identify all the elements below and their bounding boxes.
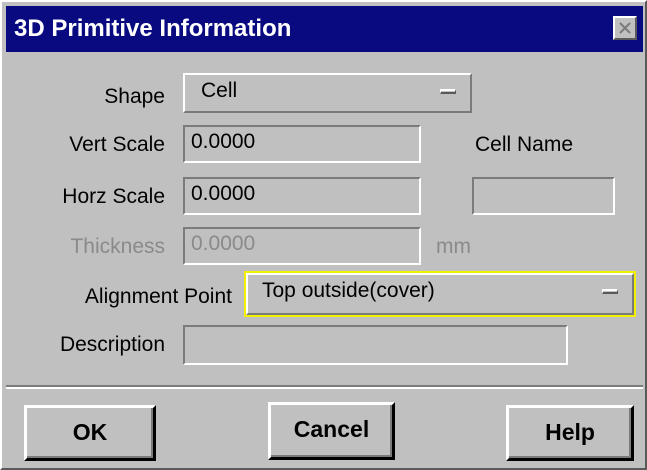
thickness-input: 0.0000 [183, 227, 421, 265]
ok-button[interactable]: OK [24, 405, 156, 461]
cell-name-input[interactable] [472, 177, 615, 215]
help-button[interactable]: Help [506, 405, 634, 461]
description-label: Description [59, 333, 165, 356]
primitive-info-dialog: 3D Primitive Information Shape Cell Vert… [0, 0, 647, 470]
thickness-unit: mm [436, 235, 471, 258]
cell-name-label: Cell Name [475, 133, 574, 156]
dropdown-indicator-icon [602, 289, 618, 294]
vert-scale-label: Vert Scale [69, 133, 165, 156]
window-title: 3D Primitive Information [14, 15, 292, 42]
shape-value: Cell [201, 79, 238, 102]
title-bar[interactable]: 3D Primitive Information [6, 6, 643, 52]
cancel-button[interactable]: Cancel [268, 402, 395, 460]
close-button[interactable] [613, 16, 637, 40]
alignment-point-label: Alignment Point [84, 285, 232, 308]
alignment-point-value: Top outside(cover) [262, 279, 435, 302]
shape-dropdown[interactable]: Cell [183, 73, 472, 113]
thickness-label: Thickness [70, 235, 165, 258]
dropdown-indicator-icon [440, 89, 456, 94]
horz-scale-input[interactable]: 0.0000 [183, 177, 421, 215]
vert-scale-input[interactable]: 0.0000 [183, 125, 421, 163]
description-input[interactable] [183, 325, 568, 365]
button-separator [6, 385, 643, 389]
alignment-point-dropdown[interactable]: Top outside(cover) [244, 271, 636, 317]
horz-scale-label: Horz Scale [62, 185, 165, 208]
shape-label: Shape [104, 85, 165, 108]
close-x-icon [619, 22, 631, 34]
